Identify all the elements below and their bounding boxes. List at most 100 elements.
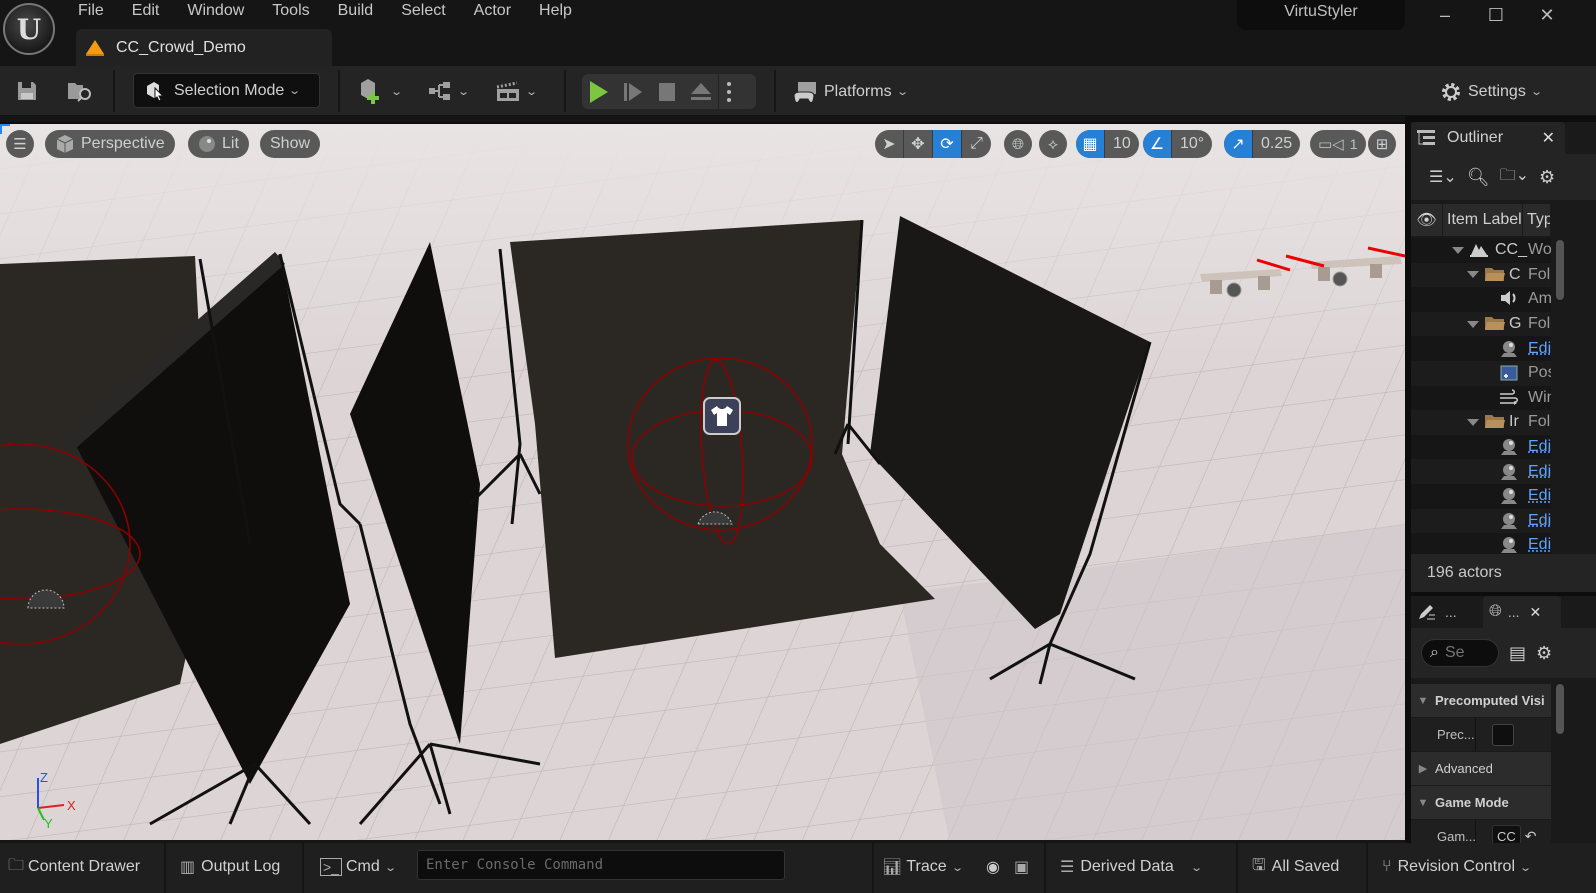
menu-actor[interactable]: Actor (462, 0, 527, 22)
select-tool-button[interactable]: ➤ (875, 130, 904, 158)
cloth-actor-icon[interactable] (703, 397, 741, 435)
details-search[interactable]: ⌕ (1421, 639, 1499, 667)
blueprint-button[interactable]: ⌄ (424, 74, 472, 108)
rotate-tool-button[interactable]: ⟳ (933, 130, 962, 158)
show-button[interactable]: Show (260, 130, 321, 158)
type-column-header[interactable]: Type (1523, 204, 1551, 236)
outliner-type-link[interactable]: Edit (1528, 512, 1551, 530)
gear-icon[interactable]: ⚙ (1539, 167, 1555, 188)
menu-select[interactable]: Select (389, 0, 461, 22)
scale-tool-button[interactable]: ⤢ (962, 130, 991, 158)
level-tab[interactable]: CC_Crowd_Demo (76, 29, 332, 66)
details-category[interactable]: ▼Precomputed Visibility (1411, 684, 1551, 717)
close-window-button[interactable]: ✕ (1527, 0, 1567, 30)
menu-help[interactable]: Help (527, 0, 588, 22)
outliner-scrollbar[interactable] (1556, 240, 1564, 300)
visibility-column-header[interactable]: 👁︎ (1411, 204, 1443, 236)
settings-dropdown[interactable]: Settings ⌄ (1440, 74, 1543, 109)
maximize-button[interactable]: ☐ (1476, 0, 1516, 30)
expand-arrow-icon[interactable] (1467, 271, 1479, 279)
scale-snap-toggle[interactable]: ↗ (1224, 130, 1253, 158)
details-property[interactable]: Prec... (1411, 718, 1551, 751)
outliner-row[interactable]: G Folder (1411, 311, 1551, 337)
outliner-row[interactable]: C Folder (1411, 262, 1551, 288)
cinematics-button[interactable]: ⌄ (492, 74, 540, 108)
play-button[interactable] (582, 74, 616, 109)
collapse-arrow-icon[interactable]: ▼ (1411, 797, 1435, 809)
menu-window[interactable]: Window (175, 0, 260, 22)
filter-icon[interactable]: ☰⌄ (1429, 167, 1457, 187)
coordinate-system-button[interactable]: 🌐︎ (1004, 130, 1032, 158)
derived-data-dropdown[interactable]: ☰ Derived Data ⌄ (1060, 853, 1203, 881)
rotation-snap-value[interactable]: 10° (1172, 130, 1212, 158)
search-icon[interactable]: 🔍︎ (1467, 167, 1490, 188)
stop-button[interactable] (650, 74, 684, 109)
outliner-row[interactable]: Edit (1411, 483, 1551, 509)
trace-dropdown[interactable]: 📊︎ Trace ⌄ (882, 853, 964, 881)
details-tab[interactable]: ... (1411, 596, 1483, 628)
menu-build[interactable]: Build (326, 0, 390, 22)
outliner-row[interactable]: Ambient (1411, 287, 1551, 312)
outliner-type-link[interactable]: Edit (1528, 536, 1551, 554)
outliner-row[interactable]: Wind (1411, 385, 1551, 411)
add-actor-button[interactable]: ⌄ (356, 74, 404, 108)
outliner-row[interactable]: Edit (1411, 336, 1551, 361)
gear-icon[interactable]: ⚙ (1536, 643, 1552, 664)
menu-edit[interactable]: Edit (120, 0, 176, 22)
menu-file[interactable]: File (66, 0, 120, 22)
trace-snapshot-button[interactable]: ▣ (1014, 853, 1029, 881)
close-outliner-button[interactable]: ✕ (1542, 128, 1555, 148)
expand-arrow-icon[interactable] (1452, 246, 1464, 254)
unreal-logo[interactable]: U (3, 3, 55, 55)
advance-frame-button[interactable] (616, 74, 650, 109)
outliner-type-link[interactable]: Edit (1528, 340, 1551, 358)
surface-snapping-button[interactable]: ⟡ (1039, 130, 1067, 158)
revision-control-dropdown[interactable]: ⑂ Revision Control ⌄ (1382, 853, 1532, 881)
scale-snap-value[interactable]: 0.25 (1253, 130, 1300, 158)
expand-arrow-icon[interactable] (1467, 320, 1479, 328)
outliner-row[interactable]: Post (1411, 360, 1551, 386)
outliner-row[interactable]: CC_World (1411, 238, 1551, 263)
property-checkbox[interactable] (1492, 723, 1514, 746)
save-all-button[interactable]: 🖫 All Saved (1252, 853, 1339, 881)
viewport-options-button[interactable]: ☰ (6, 130, 34, 158)
perspective-button[interactable]: Perspective (45, 130, 175, 158)
outliner-row[interactable]: Edit (1411, 508, 1551, 534)
item-label-column-header[interactable]: Item Label (1443, 204, 1523, 236)
add-folder-icon[interactable]: 🗀⌄ (1500, 164, 1529, 191)
content-drawer-button[interactable]: 🗀 Content Drawer (8, 853, 140, 881)
outliner-type-link[interactable]: Edit (1528, 487, 1551, 505)
details-search-input[interactable] (1444, 644, 1485, 662)
minimize-button[interactable]: – (1425, 0, 1465, 30)
rotation-snap-toggle[interactable]: ∠ (1143, 130, 1172, 158)
outliner-type-link[interactable]: Edit (1528, 463, 1551, 481)
save-button[interactable] (10, 74, 44, 108)
eject-button[interactable] (684, 74, 718, 109)
world-settings-tab[interactable]: 🌐︎ ... ✕ (1483, 596, 1561, 628)
expand-arrow-icon[interactable] (1467, 418, 1479, 426)
grid-snap-toggle[interactable]: ▦ (1076, 130, 1105, 158)
trace-record-button[interactable]: ◉ (986, 853, 1000, 881)
details-category[interactable]: ▶ Advanced (1411, 752, 1551, 785)
translate-tool-button[interactable]: ✥ (904, 130, 933, 158)
outliner-row[interactable]: Edit (1411, 459, 1551, 484)
console-command-input[interactable] (426, 851, 776, 879)
outliner-row[interactable]: Ir Folder (1411, 410, 1551, 435)
view-mode-button[interactable]: Lit (188, 130, 249, 158)
menu-tools[interactable]: Tools (260, 0, 325, 22)
camera-speed-button[interactable]: ▭◁ 1 (1310, 130, 1366, 158)
outliner-tab[interactable]: Outliner ✕ (1411, 122, 1565, 154)
expand-arrow-icon[interactable]: ▶ (1411, 762, 1435, 775)
scene-render[interactable] (0, 124, 1405, 840)
cmd-dropdown[interactable]: >_ Cmd ⌄ (320, 853, 397, 881)
close-world-settings-button[interactable]: ✕ (1529, 604, 1541, 621)
selection-mode-dropdown[interactable]: Selection Mode ⌄ (133, 73, 320, 108)
collapse-arrow-icon[interactable]: ▼ (1411, 695, 1435, 707)
platforms-dropdown[interactable]: Platforms ⌄ (792, 74, 909, 109)
outliner-type-link[interactable]: Edit (1528, 438, 1551, 456)
details-scrollbar[interactable] (1556, 684, 1564, 734)
details-category[interactable]: ▼ Game Mode (1411, 786, 1551, 819)
table-view-icon[interactable]: ▤ (1509, 643, 1526, 664)
console-input-box[interactable] (417, 850, 785, 880)
viewport-layout-button[interactable]: ⊞ (1368, 130, 1396, 158)
